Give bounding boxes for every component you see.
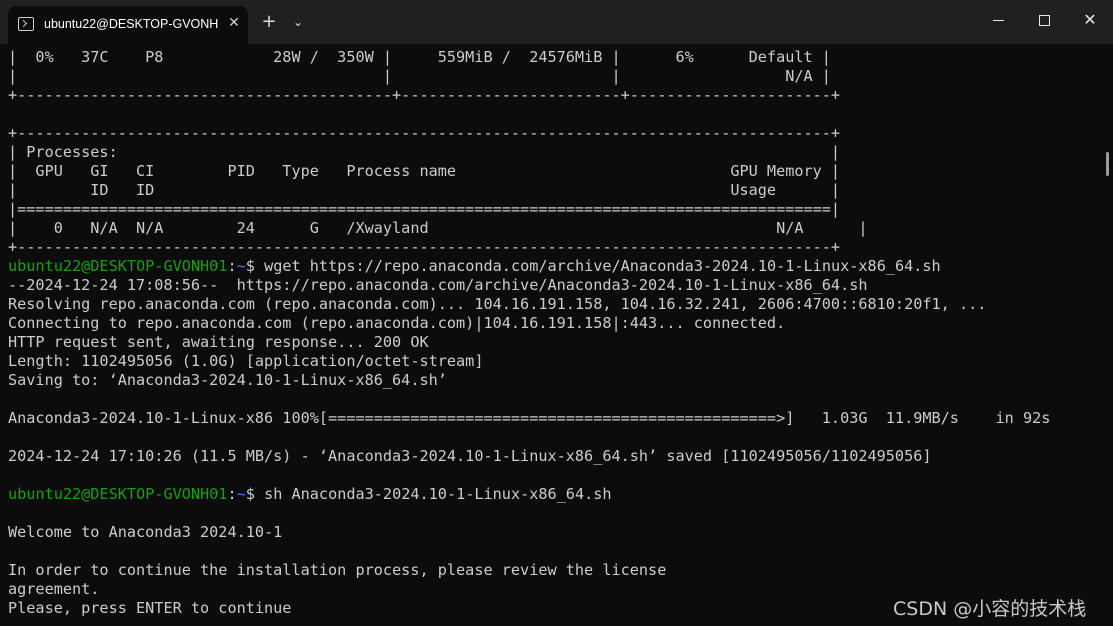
prompt-line: ubuntu22@DESKTOP-GVONH01:~$ wget https:/… xyxy=(8,257,941,276)
terminal-line: Saving to: ‘Anaconda3-2024.10-1-Linux-x8… xyxy=(8,371,447,389)
new-tab-button[interactable]: + xyxy=(260,12,278,32)
terminal-line: Please, press ENTER to continue xyxy=(8,599,292,617)
maximize-button[interactable] xyxy=(1030,8,1058,32)
prompt-colon: : xyxy=(227,485,237,503)
prompt-symbol: $ xyxy=(245,257,255,275)
terminal-line: | | | N/A | xyxy=(8,67,831,85)
prompt-user: ubuntu22@DESKTOP-GVONH01 xyxy=(8,485,228,503)
minimize-button[interactable] xyxy=(984,8,1012,32)
terminal-line: | 0% 37C P8 28W / 350W | 559MiB / 24576M… xyxy=(8,48,831,66)
prompt-path: ~ xyxy=(236,485,246,503)
terminal-line: Resolving repo.anaconda.com (repo.anacon… xyxy=(8,295,987,313)
chevron-down-icon[interactable]: ⌄ xyxy=(290,12,306,32)
command-text: wget https://repo.anaconda.com/archive/A… xyxy=(254,257,941,275)
terminal-icon xyxy=(18,17,34,31)
maximize-icon xyxy=(1038,15,1050,26)
terminal-line: | GPU GI CI PID Type Process name GPU Me… xyxy=(8,162,841,180)
prompt-colon: : xyxy=(227,257,237,275)
terminal-line: | 0 N/A N/A 24 G /Xwayland N/A | xyxy=(8,219,868,237)
prompt-path: ~ xyxy=(236,257,246,275)
prompt-line: ubuntu22@DESKTOP-GVONH01:~$ sh Anaconda3… xyxy=(8,485,612,504)
prompt-user: ubuntu22@DESKTOP-GVONH01 xyxy=(8,257,228,275)
watermark: CSDN @小容的技术栈 xyxy=(893,598,1087,620)
terminal-line: agreement. xyxy=(8,580,100,598)
close-button[interactable]: ✕ xyxy=(1076,8,1104,32)
command-text: sh Anaconda3-2024.10-1-Linux-x86_64.sh xyxy=(254,485,612,503)
terminal-line: +---------------------------------------… xyxy=(8,86,841,104)
prompt-symbol: $ xyxy=(245,485,255,503)
terminal-line: Welcome to Anaconda3 2024.10-1 xyxy=(8,523,283,541)
terminal-line: +---------------------------------------… xyxy=(8,124,841,142)
terminal-tab[interactable]: ubuntu22@DESKTOP-GVONH ✕ xyxy=(8,6,248,44)
terminal-line: |=======================================… xyxy=(8,200,841,218)
download-progress-line: Anaconda3-2024.10-1-Linux-x86 100%[=====… xyxy=(8,409,1051,427)
terminal-line: Length: 1102495056 (1.0G) [application/o… xyxy=(8,352,484,370)
terminal-output[interactable]: | 0% 37C P8 28W / 350W | 559MiB / 24576M… xyxy=(0,44,1104,626)
tab-title: ubuntu22@DESKTOP-GVONH xyxy=(44,17,219,31)
terminal-line: Connecting to repo.anaconda.com (repo.an… xyxy=(8,314,786,332)
minimize-icon xyxy=(992,20,1004,21)
terminal-line: | Processes: | xyxy=(8,143,841,161)
terminal-line: HTTP request sent, awaiting response... … xyxy=(8,333,429,351)
terminal-line: 2024-12-24 17:10:26 (11.5 MB/s) - ‘Anaco… xyxy=(8,447,932,465)
terminal-line: +---------------------------------------… xyxy=(8,238,841,256)
title-bar: ubuntu22@DESKTOP-GVONH ✕ + ⌄ ✕ xyxy=(0,0,1113,44)
terminal-line: | ID ID Usage | xyxy=(8,181,841,199)
terminal-line: In order to continue the installation pr… xyxy=(8,561,667,579)
tab-close-icon[interactable]: ✕ xyxy=(225,14,243,32)
scrollbar-thumb[interactable] xyxy=(1106,152,1109,176)
terminal-line: --2024-12-24 17:08:56-- https://repo.ana… xyxy=(8,276,868,294)
